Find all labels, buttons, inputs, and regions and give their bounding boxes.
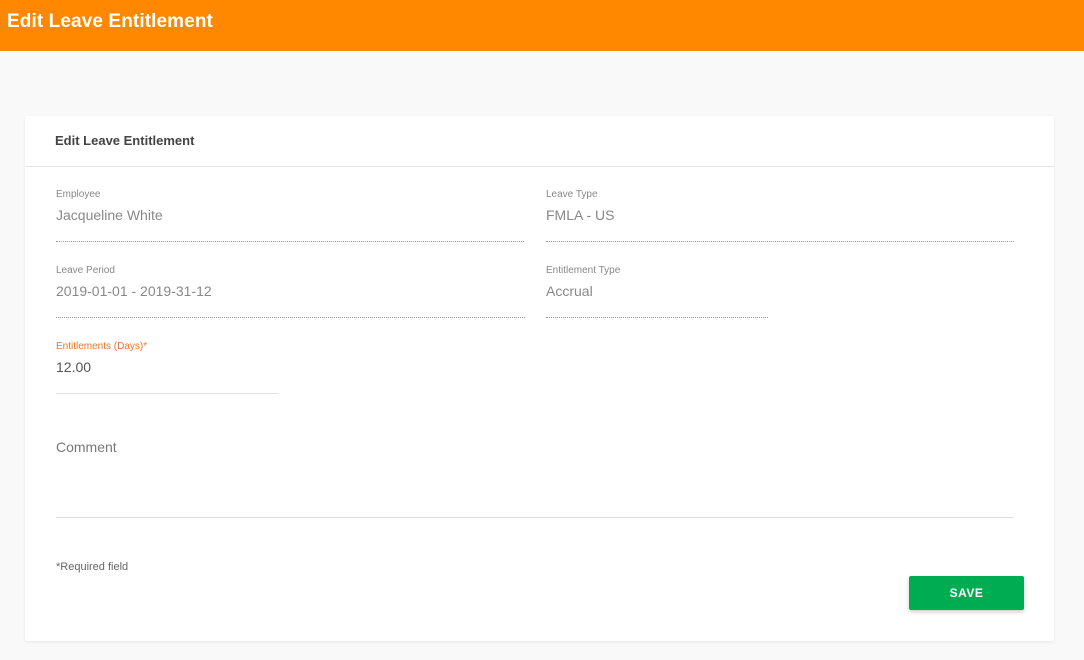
card-header: Edit Leave Entitlement xyxy=(25,116,1054,167)
leave-type-underline xyxy=(546,241,1014,242)
edit-entitlement-card: Edit Leave Entitlement Employee Jacqueli… xyxy=(25,116,1054,641)
entitlements-days-input[interactable]: 12.00 xyxy=(56,359,91,375)
entitlement-type-label: Entitlement Type xyxy=(546,265,621,276)
required-field-note: *Required field xyxy=(56,561,129,573)
employee-field[interactable]: Employee Jacqueline White xyxy=(56,189,524,242)
comment-label: Comment xyxy=(56,439,117,455)
page-title: Edit Leave Entitlement xyxy=(7,11,213,32)
card-title: Edit Leave Entitlement xyxy=(55,133,195,148)
entitlement-type-field[interactable]: Entitlement Type Accrual xyxy=(546,265,768,318)
leave-period-underline xyxy=(56,317,525,318)
leave-type-value: FMLA - US xyxy=(546,207,615,223)
leave-period-field[interactable]: Leave Period 2019-01-01 - 2019-31-12 xyxy=(56,265,525,318)
employee-value: Jacqueline White xyxy=(56,207,163,223)
entitlements-days-label: Entitlements (Days)* xyxy=(56,341,148,352)
save-button[interactable]: SAVE xyxy=(909,576,1024,610)
comment-textarea[interactable] xyxy=(56,461,1014,518)
entitlements-days-underline xyxy=(56,393,279,394)
entitlement-type-underline xyxy=(546,317,768,318)
entitlement-type-value: Accrual xyxy=(546,283,593,299)
entitlements-days-field[interactable]: Entitlements (Days)* 12.00 xyxy=(56,341,279,394)
leave-period-label: Leave Period xyxy=(56,265,115,276)
employee-underline xyxy=(56,241,524,242)
comment-underline xyxy=(56,517,1014,518)
leave-type-field[interactable]: Leave Type FMLA - US xyxy=(546,189,1014,242)
employee-label: Employee xyxy=(56,189,101,200)
leave-type-label: Leave Type xyxy=(546,189,598,200)
top-bar: Edit Leave Entitlement xyxy=(0,0,1084,51)
leave-period-value: 2019-01-01 - 2019-31-12 xyxy=(56,283,212,299)
